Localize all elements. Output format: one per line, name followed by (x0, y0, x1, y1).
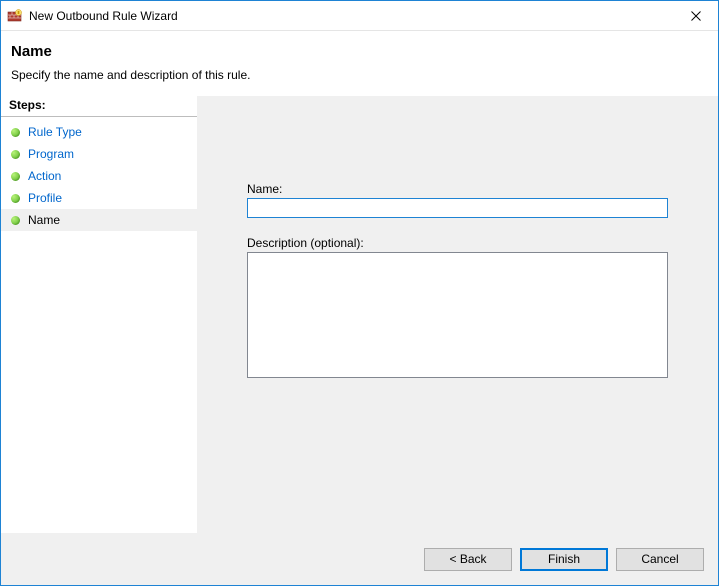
cancel-button[interactable]: Cancel (616, 548, 704, 571)
step-label: Program (28, 147, 74, 161)
steps-heading: Steps: (1, 96, 197, 117)
description-label: Description (optional): (247, 236, 668, 250)
step-name[interactable]: Name (1, 209, 197, 231)
step-action[interactable]: Action (1, 165, 197, 187)
close-icon (691, 11, 701, 21)
step-label: Profile (28, 191, 62, 205)
name-label: Name: (247, 182, 668, 196)
wizard-body: Steps: Rule Type Program Action Profile (1, 96, 718, 533)
name-input[interactable] (247, 198, 668, 218)
back-button[interactable]: < Back (424, 548, 512, 571)
wizard-header: Name Specify the name and description of… (1, 31, 718, 96)
form-area: Name: Description (optional): (247, 182, 668, 381)
step-program[interactable]: Program (1, 143, 197, 165)
step-label: Rule Type (28, 125, 82, 139)
page-title: Name (11, 43, 708, 60)
step-profile[interactable]: Profile (1, 187, 197, 209)
description-textarea[interactable] (247, 252, 668, 378)
step-bullet-icon (11, 172, 20, 181)
close-button[interactable] (673, 2, 718, 30)
page-subtitle: Specify the name and description of this… (11, 68, 708, 82)
steps-list: Rule Type Program Action Profile Name (1, 117, 197, 235)
window-title: New Outbound Rule Wizard (29, 9, 673, 23)
titlebar: New Outbound Rule Wizard (1, 1, 718, 31)
step-bullet-icon (11, 216, 20, 225)
finish-button[interactable]: Finish (520, 548, 608, 571)
step-label: Action (28, 169, 61, 183)
wizard-footer: < Back Finish Cancel (1, 533, 718, 585)
step-bullet-icon (11, 150, 20, 159)
wizard-main: Name: Description (optional): (197, 96, 718, 533)
step-bullet-icon (11, 128, 20, 137)
step-rule-type[interactable]: Rule Type (1, 121, 197, 143)
step-bullet-icon (11, 194, 20, 203)
wizard-window: New Outbound Rule Wizard Name Specify th… (0, 0, 719, 586)
steps-sidebar: Steps: Rule Type Program Action Profile (1, 96, 197, 533)
step-label: Name (28, 213, 60, 227)
firewall-icon (7, 8, 23, 24)
